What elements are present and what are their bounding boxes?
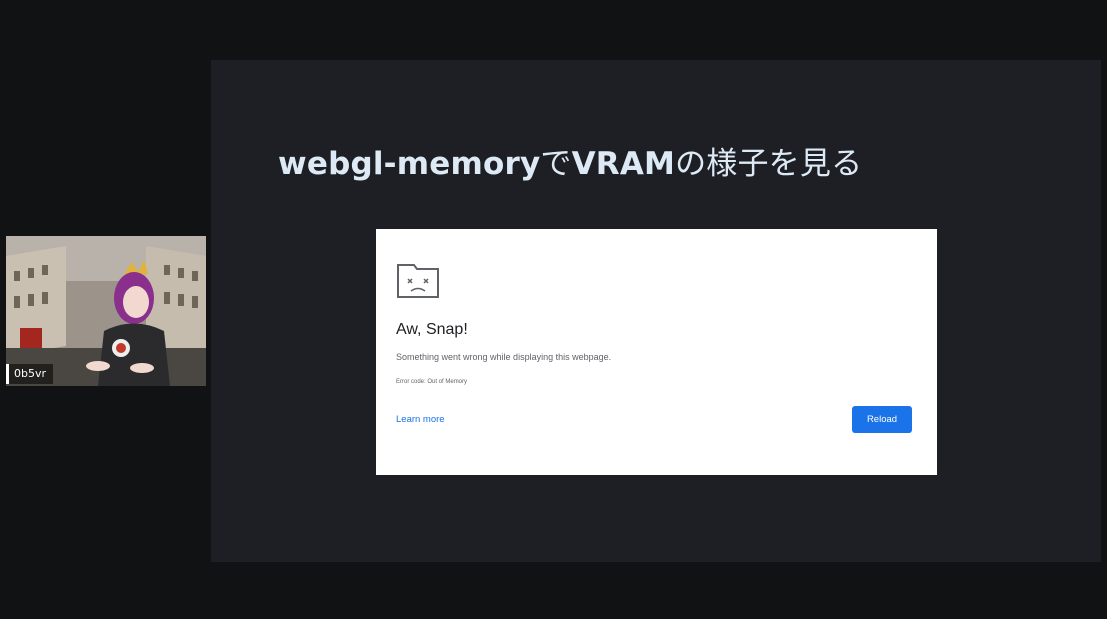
error-code: Error code: Out of Memory — [396, 379, 468, 385]
webcam-overlay: 0b5vr — [6, 236, 206, 386]
error-message: Something went wrong while displaying th… — [396, 352, 612, 362]
reload-button[interactable]: Reload — [852, 406, 912, 433]
presentation-slide: webgl-memoryでVRAMの様子を見る Aw, Snap! Someth… — [211, 60, 1101, 562]
slide-title-part: webgl-memory — [278, 146, 541, 182]
browser-error-page: Aw, Snap! Something went wrong while dis… — [376, 229, 937, 475]
stream-frame: webgl-memoryでVRAMの様子を見る Aw, Snap! Someth… — [0, 0, 1107, 619]
error-heading: Aw, Snap! — [396, 321, 468, 338]
slide-title-part: で — [540, 146, 572, 182]
streamer-name-tag: 0b5vr — [6, 364, 54, 384]
slide-title-part: の様子を見る — [675, 146, 863, 182]
sad-tab-icon — [397, 264, 439, 298]
slide-title-part: VRAM — [571, 146, 676, 182]
slide-title: webgl-memoryでVRAMの様子を見る — [278, 138, 862, 183]
learn-more-link[interactable]: Learn more — [396, 414, 445, 425]
